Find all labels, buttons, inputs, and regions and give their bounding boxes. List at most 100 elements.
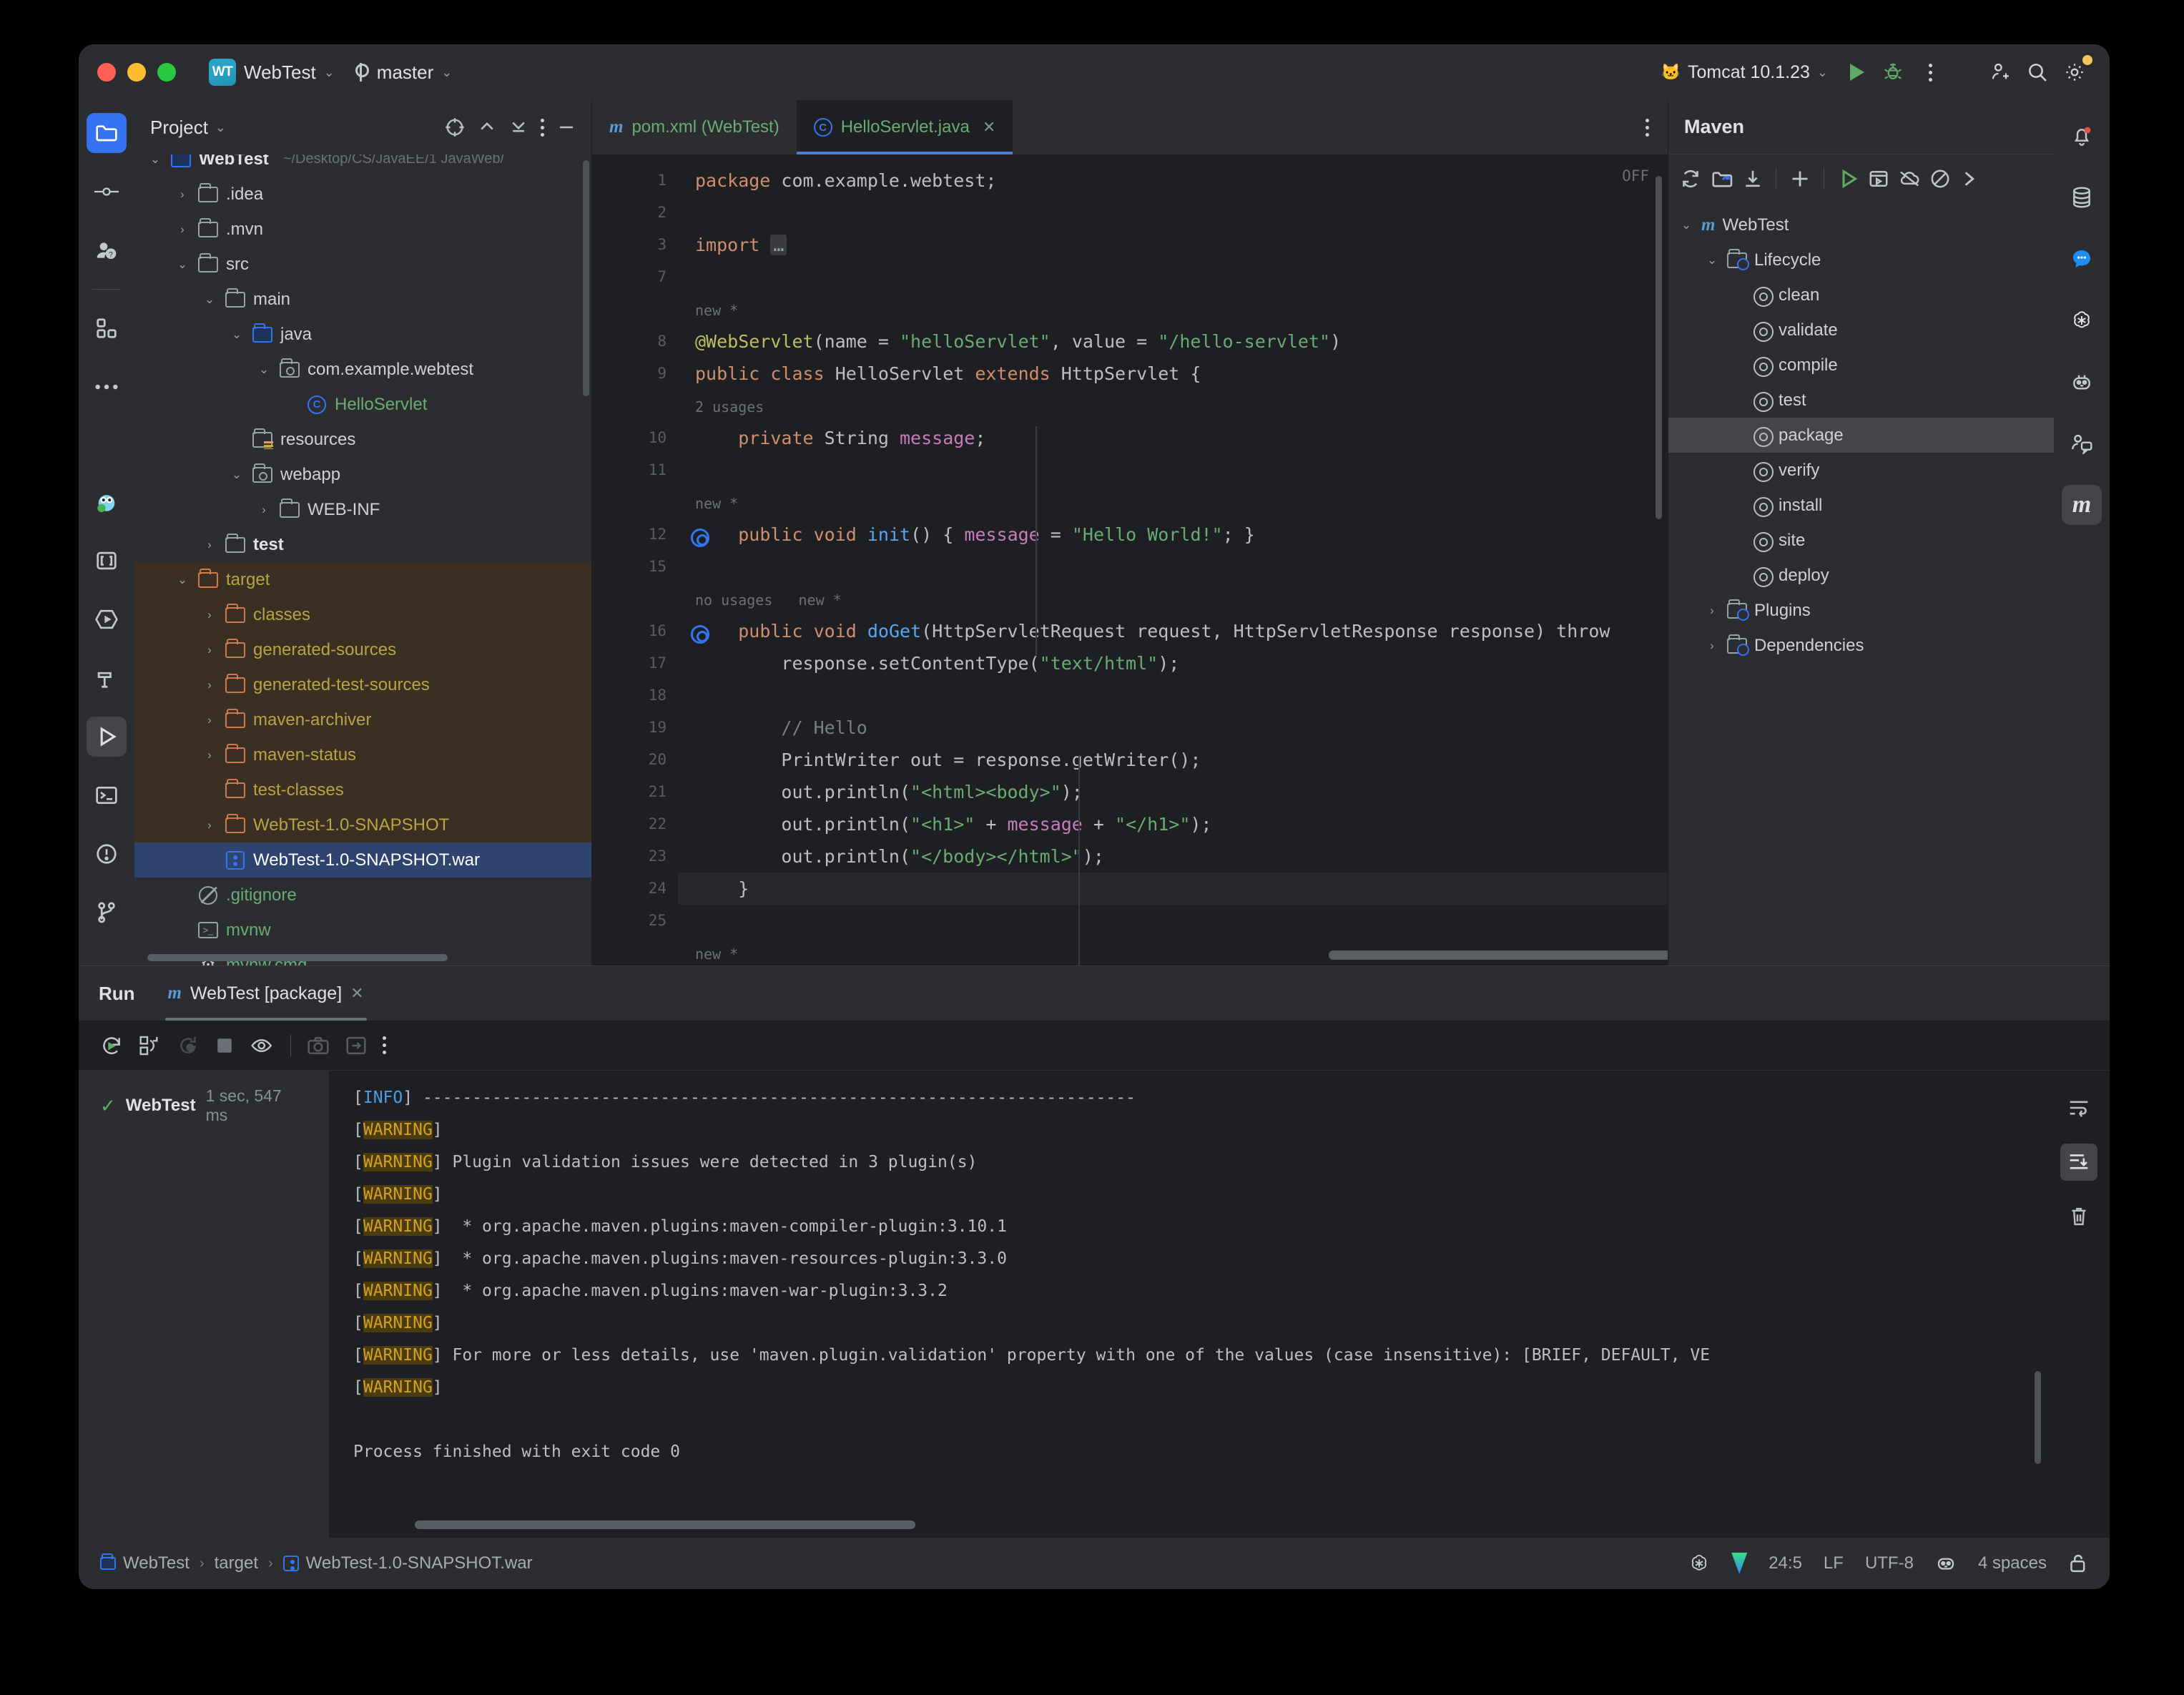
code-editor[interactable]: 12378910111215161718192021222324252627 p… bbox=[592, 154, 1668, 966]
run-more-button[interactable] bbox=[383, 1036, 386, 1054]
panel-options-button[interactable] bbox=[541, 119, 544, 137]
maven-tree-node[interactable]: ›Dependencies bbox=[1668, 628, 2054, 663]
tree-expander[interactable]: › bbox=[174, 187, 190, 202]
maven-tree-node[interactable]: compile bbox=[1668, 348, 2054, 383]
maven-tree-node[interactable]: package bbox=[1668, 418, 2054, 453]
console-horizontal-scrollbar[interactable] bbox=[415, 1520, 915, 1529]
reload-projects-button[interactable] bbox=[1680, 168, 1701, 190]
tool-button-collaborators[interactable] bbox=[2062, 423, 2102, 463]
rerun-button[interactable] bbox=[100, 1034, 123, 1057]
tree-node[interactable]: ›.idea bbox=[134, 177, 591, 212]
tree-expander[interactable]: › bbox=[1704, 604, 1720, 618]
branch-selector[interactable]: master ⌄ bbox=[346, 58, 460, 87]
hide-panel-button[interactable] bbox=[557, 118, 576, 137]
inspection-status-label[interactable]: OFF bbox=[1622, 167, 1649, 185]
tree-expander[interactable]: › bbox=[202, 608, 217, 622]
tree-expander[interactable]: ⌄ bbox=[256, 363, 272, 377]
export-button[interactable] bbox=[345, 1036, 367, 1056]
maven-more-button[interactable] bbox=[1960, 170, 1977, 188]
tool-button-code[interactable] bbox=[87, 541, 127, 581]
tree-node[interactable]: ⌄target bbox=[134, 562, 591, 597]
toggle-filter-button[interactable] bbox=[250, 1035, 275, 1056]
close-icon[interactable]: ✕ bbox=[983, 118, 995, 137]
tree-expander[interactable]: ⌄ bbox=[1678, 218, 1694, 232]
breadcrumb-item[interactable]: WebTest-1.0-SNAPSHOT.war bbox=[283, 1553, 533, 1573]
chevron-down-icon[interactable]: ⌄ bbox=[215, 120, 226, 135]
tool-button-notifications[interactable] bbox=[2062, 116, 2102, 156]
tree-node[interactable]: ›maven-archiver bbox=[134, 702, 591, 737]
collapse-all-button[interactable] bbox=[509, 118, 528, 137]
add-goal-button[interactable] bbox=[1789, 168, 1811, 190]
tree-node[interactable]: ›.mvn bbox=[134, 212, 591, 247]
tree-expander[interactable]: › bbox=[202, 643, 217, 657]
tree-expander[interactable]: › bbox=[1704, 639, 1720, 653]
tree-node[interactable]: ⌄com.example.webtest bbox=[134, 352, 591, 387]
tree-node[interactable]: ›generated-sources bbox=[134, 632, 591, 667]
editor-tab[interactable]: mpom.xml (WebTest) bbox=[592, 100, 797, 154]
tool-button-version-control[interactable] bbox=[87, 893, 127, 933]
run-configuration-selector[interactable]: 🐱 Tomcat 10.1.23 ⌄ bbox=[1654, 59, 1835, 87]
scroll-to-end-button[interactable] bbox=[2060, 1144, 2097, 1181]
encoding-label[interactable]: UTF-8 bbox=[1865, 1553, 1914, 1573]
more-actions-button[interactable] bbox=[1914, 56, 1947, 89]
maven-tree-node[interactable]: test bbox=[1668, 383, 2054, 418]
cursor-position-label[interactable]: 24:5 bbox=[1769, 1553, 1802, 1573]
tree-node[interactable]: ›maven-status bbox=[134, 737, 591, 772]
tree-expander[interactable]: ⌄ bbox=[202, 293, 217, 307]
inlay-hint[interactable]: new * bbox=[678, 486, 1668, 519]
editor-horizontal-scrollbar[interactable] bbox=[1329, 950, 1668, 960]
tool-button-chat[interactable] bbox=[2062, 239, 2102, 279]
maven-tree-node[interactable]: validate bbox=[1668, 313, 2054, 348]
tool-button-maven[interactable]: m bbox=[2062, 485, 2102, 525]
openai-status-icon[interactable] bbox=[1688, 1553, 1710, 1574]
tree-node[interactable]: ›WEB-INF bbox=[134, 492, 591, 527]
tree-expander[interactable]: ⌄ bbox=[229, 468, 245, 482]
tree-expander[interactable]: › bbox=[202, 538, 217, 552]
tool-button-commit[interactable] bbox=[87, 172, 127, 212]
tree-node[interactable]: ⌄WebTest~/Desktop/CS/JavaEE/1 JavaWeb/ bbox=[134, 154, 591, 177]
tool-button-structure[interactable] bbox=[87, 308, 127, 348]
maven-tree-node[interactable]: deploy bbox=[1668, 558, 2054, 593]
minimize-window-button[interactable] bbox=[127, 63, 146, 82]
clear-console-button[interactable] bbox=[2060, 1198, 2097, 1235]
screenshot-button[interactable] bbox=[307, 1036, 330, 1056]
bot-status-icon[interactable] bbox=[1935, 1553, 1957, 1573]
restart-button[interactable] bbox=[177, 1035, 199, 1056]
breadcrumb-item[interactable]: WebTest bbox=[100, 1553, 190, 1573]
rerun-failed-tests-button[interactable] bbox=[139, 1035, 162, 1056]
tree-expander[interactable]: › bbox=[202, 678, 217, 692]
readonly-toggle[interactable] bbox=[2068, 1553, 2088, 1574]
tree-expander[interactable]: ⌄ bbox=[174, 573, 190, 587]
tree-node[interactable]: .gitignore bbox=[134, 878, 591, 913]
tree-expander[interactable]: ⌄ bbox=[147, 154, 163, 167]
tool-button-pull-requests[interactable]: ? bbox=[87, 230, 127, 270]
tree-expander[interactable]: ⌄ bbox=[1704, 253, 1720, 267]
tool-button-build[interactable] bbox=[87, 658, 127, 698]
project-tree[interactable]: ⌄WebTest~/Desktop/CS/JavaEE/1 JavaWeb/›.… bbox=[134, 154, 591, 966]
project-horizontal-scrollbar[interactable] bbox=[147, 954, 448, 961]
inlay-hint[interactable]: 2 usages bbox=[678, 390, 1668, 422]
close-icon[interactable]: ✕ bbox=[350, 984, 363, 1003]
tool-button-openai[interactable] bbox=[2062, 300, 2102, 340]
toggle-offline-button[interactable] bbox=[1899, 170, 1920, 188]
tree-node[interactable]: CHelloServlet bbox=[134, 387, 591, 422]
tree-node[interactable]: ›generated-test-sources bbox=[134, 667, 591, 702]
search-everywhere-button[interactable] bbox=[2021, 56, 2054, 89]
settings-button[interactable] bbox=[2058, 56, 2091, 89]
tool-button-run[interactable] bbox=[87, 717, 127, 757]
add-collaborator-button[interactable] bbox=[1984, 56, 2017, 89]
maven-tree-node[interactable]: install bbox=[1668, 488, 2054, 523]
tree-expander[interactable]: ⌄ bbox=[229, 328, 245, 342]
indent-label[interactable]: 4 spaces bbox=[1978, 1553, 2047, 1573]
tree-node[interactable]: ›WebTest-1.0-SNAPSHOT bbox=[134, 807, 591, 842]
tree-expander[interactable]: › bbox=[202, 713, 217, 727]
tool-button-bot[interactable] bbox=[2062, 362, 2102, 402]
soft-wrap-button[interactable] bbox=[2060, 1089, 2097, 1126]
run-tree[interactable]: ✓ WebTest 1 sec, 547 ms bbox=[79, 1071, 329, 1538]
run-button[interactable] bbox=[1839, 56, 1872, 89]
tool-button-more[interactable] bbox=[87, 367, 127, 407]
tree-node[interactable]: ⌄webapp bbox=[134, 457, 591, 492]
tree-expander[interactable]: › bbox=[174, 222, 190, 237]
editor-gutter[interactable]: 12378910111215161718192021222324252627 bbox=[592, 154, 678, 966]
breadcrumb-item[interactable]: target bbox=[215, 1553, 258, 1573]
